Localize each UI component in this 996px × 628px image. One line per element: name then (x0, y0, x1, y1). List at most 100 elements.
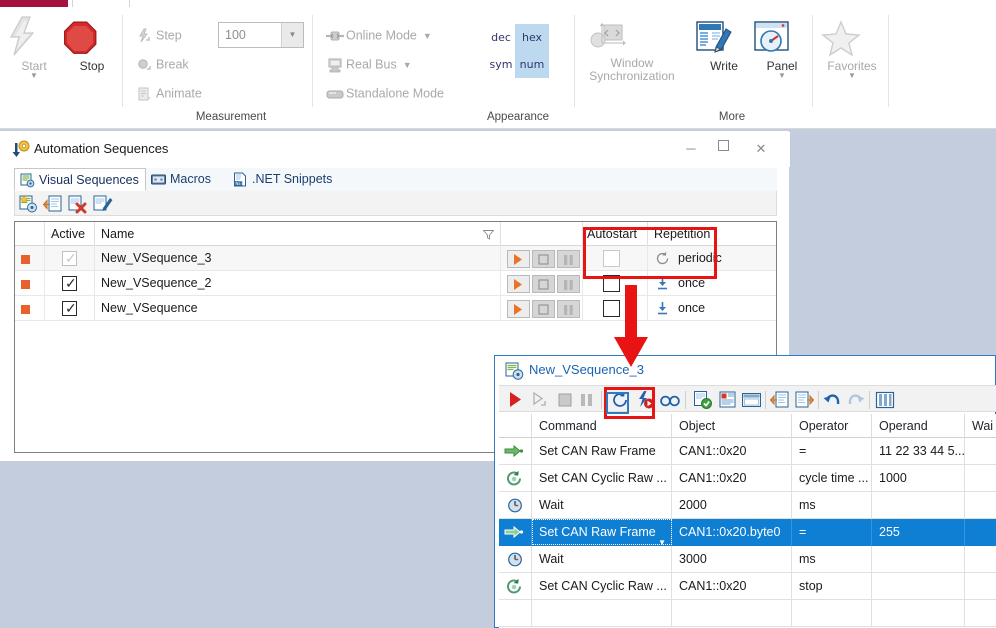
cell-object[interactable] (672, 600, 792, 627)
panel-button[interactable]: Panel ▼ (750, 19, 814, 80)
favorites-dropdown-caret[interactable]: ▼ (820, 72, 884, 80)
panel-dropdown-caret[interactable]: ▼ (750, 72, 814, 80)
pause-sequence-button[interactable] (557, 275, 580, 293)
cell-wait[interactable] (965, 438, 996, 465)
favorites-button[interactable]: Favorites ▼ (820, 19, 884, 80)
cell-command[interactable]: Set CAN Raw Frame (532, 438, 672, 465)
radix-dec[interactable]: dec (487, 24, 515, 51)
table-row[interactable]: ✓ New_VSequence once (15, 296, 776, 321)
run-sequence-button[interactable] (507, 250, 530, 268)
radix-selector[interactable]: dec hex sym num (487, 24, 549, 78)
stop-square-icon[interactable] (21, 255, 30, 264)
ribbon-tab-simulation[interactable]: Simulation (330, 0, 404, 7)
cell-object[interactable]: CAN1::0x20.byte0 (672, 519, 792, 546)
cell-object[interactable]: CAN1::0x20 (672, 465, 792, 492)
cell-command[interactable] (532, 600, 672, 627)
table-row-empty[interactable] (499, 600, 996, 627)
cell-command[interactable]: Wait (532, 546, 672, 573)
step-item[interactable]: Step (134, 23, 182, 47)
col-header-object[interactable]: Object (672, 414, 792, 438)
radix-sym[interactable]: sym (487, 51, 515, 78)
import-sequence-icon[interactable] (42, 194, 63, 214)
break-item[interactable]: Break (134, 52, 189, 76)
import-icon[interactable] (769, 390, 790, 410)
cell-operator[interactable]: ms (792, 492, 872, 519)
stop-sequence-button[interactable] (532, 275, 555, 293)
stop-square-icon[interactable] (21, 305, 30, 314)
undo-icon[interactable] (823, 390, 843, 410)
stop-button[interactable]: Stop (60, 15, 124, 73)
col-header-name[interactable]: Name (95, 222, 501, 246)
ribbon-tab-file[interactable]: File (0, 0, 68, 7)
chevron-down-icon[interactable]: ▼ (281, 23, 303, 47)
col-header-active[interactable]: Active (45, 222, 95, 246)
stop-sequence-button[interactable] (532, 250, 555, 268)
tab-visual-sequences[interactable]: Visual Sequences (14, 168, 146, 191)
start-button[interactable]: Start ▼ (2, 15, 66, 80)
close-button[interactable]: ✕ (745, 136, 777, 161)
step-value-input[interactable]: 100 (219, 23, 281, 47)
cell-object[interactable]: CAN1::0x20 (672, 573, 792, 600)
table-row[interactable]: Set CAN Raw Frame ▼ CAN1::0x20.byte0 = 2… (499, 519, 996, 546)
active-checkbox[interactable]: ✓ (62, 275, 77, 291)
table-row[interactable]: Wait 3000 ms (499, 546, 996, 573)
cell-wait[interactable] (965, 492, 996, 519)
step-value-spinner[interactable]: 100 ▼ (218, 22, 304, 48)
run-sequence-button[interactable] (507, 300, 530, 318)
row-name-cell[interactable]: New_VSequence_3 (95, 246, 501, 271)
cell-operator[interactable]: stop (792, 573, 872, 600)
vsequence-titlebar[interactable]: New_VSequence_3 (495, 356, 995, 384)
minimize-button[interactable]: ─ (675, 136, 707, 161)
row-active-cell[interactable]: ✓ (45, 296, 95, 321)
redo-icon[interactable] (847, 390, 867, 410)
tab-net-snippets[interactable]: NET .NET Snippets (228, 168, 345, 191)
new-sequence-icon[interactable] (19, 194, 39, 214)
cell-operand[interactable]: 1000 (872, 465, 965, 492)
cell-object[interactable]: 3000 (672, 546, 792, 573)
write-button[interactable]: Write (692, 19, 756, 73)
real-bus-dropdown-caret[interactable]: ▼ (403, 60, 412, 70)
ribbon-tab-tools[interactable]: Tools (950, 0, 994, 7)
cell-operator[interactable] (792, 600, 872, 627)
edit-sequence-icon[interactable] (93, 194, 113, 214)
cell-wait[interactable] (965, 600, 996, 627)
animate-item[interactable]: Animate (134, 81, 202, 105)
pause-sequence-button[interactable] (557, 250, 580, 268)
ribbon-tab-environment[interactable]: Environment (700, 0, 784, 7)
ribbon-tab-hardware[interactable]: Hardware (850, 0, 918, 7)
row-name-cell[interactable]: New_VSequence_2 (95, 271, 501, 296)
open-folder-icon[interactable] (742, 390, 762, 410)
window-synchronization-button[interactable]: Window Synchronization (586, 19, 678, 83)
cell-object[interactable]: 2000 (672, 492, 792, 519)
ribbon-tab-analysis[interactable]: Analysis (212, 0, 274, 7)
table-row[interactable]: Wait 2000 ms (499, 492, 996, 519)
pause-sequence-icon[interactable] (577, 390, 597, 410)
stop-sequence-icon[interactable] (555, 390, 575, 410)
online-mode-item[interactable]: Online Mode ▼ (324, 23, 432, 47)
cell-operator[interactable]: cycle time ... (792, 465, 872, 492)
row-active-cell[interactable]: ✓ (45, 246, 95, 271)
row-name-cell[interactable]: New_VSequence (95, 296, 501, 321)
cell-operand[interactable]: 255 (872, 519, 965, 546)
stop-square-icon[interactable] (21, 280, 30, 289)
tab-macros[interactable]: Macros (146, 168, 228, 191)
cell-operator[interactable]: = (792, 438, 872, 465)
cell-operator[interactable]: ms (792, 546, 872, 573)
row-repetition-cell[interactable]: once (648, 296, 776, 321)
export-icon[interactable] (795, 390, 815, 410)
start-sequence-icon[interactable] (507, 390, 527, 410)
row-active-cell[interactable]: ✓ (45, 271, 95, 296)
properties-icon[interactable] (718, 390, 738, 410)
cell-operand[interactable] (872, 546, 965, 573)
cell-command[interactable]: Wait (532, 492, 672, 519)
ribbon-tab-home[interactable]: Home (72, 0, 130, 7)
cell-wait[interactable] (965, 465, 996, 492)
cell-operand[interactable]: 11 22 33 44 5... (872, 438, 965, 465)
cell-wait[interactable] (965, 573, 996, 600)
active-checkbox[interactable]: ✓ (62, 300, 77, 316)
stop-sequence-button[interactable] (532, 300, 555, 318)
filter-icon[interactable] (482, 222, 495, 240)
infinite-loop-icon[interactable] (660, 390, 680, 410)
table-row[interactable]: Set CAN Raw Frame CAN1::0x20 = 11 22 33 … (499, 438, 996, 465)
delete-sequence-icon[interactable] (67, 194, 87, 214)
